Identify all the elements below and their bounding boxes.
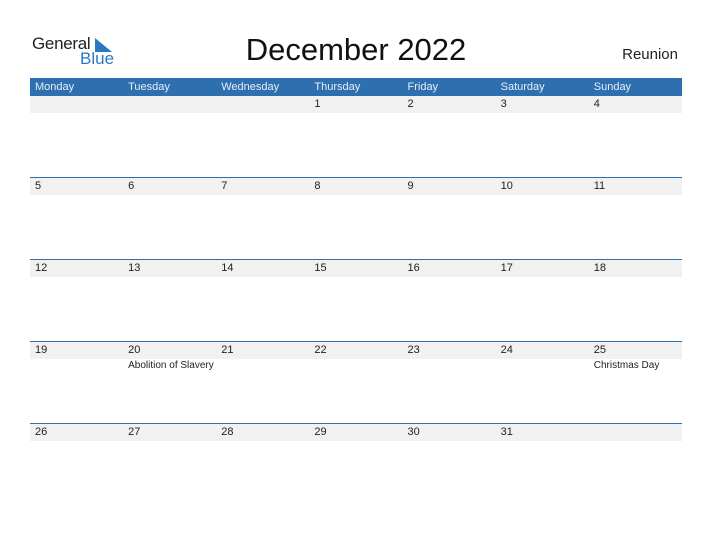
week-row: 19 20 21 22 23 24 25 Abolition of Slavery Christ… [30, 341, 682, 423]
week-row: 12 13 14 15 16 17 18 [30, 259, 682, 341]
day-number: 5 [35, 180, 42, 192]
day-number: 14 [221, 262, 234, 274]
day-number: 20 [128, 344, 141, 356]
weekday-monday: Monday [35, 81, 75, 93]
weekday-thursday: Thursday [314, 81, 361, 93]
country-label: Reunion [622, 46, 678, 63]
weekday-friday: Friday [407, 81, 439, 93]
day-number: 1 [314, 98, 321, 110]
day-number: 2 [407, 98, 414, 110]
date-strip: 26 27 28 29 30 31 [30, 424, 682, 441]
weekday-sunday: Sunday [593, 81, 632, 93]
holiday-label [496, 359, 589, 372]
day-number: 24 [500, 344, 513, 356]
day-number: 29 [314, 426, 327, 438]
day-number: 21 [221, 344, 234, 356]
week-row: 26 27 28 29 30 31 [30, 423, 682, 505]
day-number: 10 [500, 180, 513, 192]
day-number: 26 [35, 426, 48, 438]
holiday-label [30, 359, 123, 372]
holiday-label [216, 359, 309, 372]
day-number: 25 [593, 344, 606, 356]
day-number: 3 [500, 98, 507, 110]
day-number: 9 [407, 180, 414, 192]
day-number [30, 96, 123, 113]
day-number: 19 [35, 344, 48, 356]
day-number [589, 424, 682, 441]
weekday-tuesday: Tuesday [128, 81, 170, 93]
day-number: 17 [500, 262, 513, 274]
weekday-wednesday: Wednesday [221, 81, 280, 93]
day-number: 13 [128, 262, 141, 274]
day-number: 7 [221, 180, 228, 192]
day-number: 30 [407, 426, 420, 438]
date-strip: 1 2 3 4 [30, 96, 682, 113]
date-strip: 19 20 21 22 23 24 25 [30, 342, 682, 359]
calendar-grid: Monday Tuesday Wednesday Thursday Friday… [30, 78, 682, 505]
day-number [216, 96, 309, 113]
day-number: 22 [314, 344, 327, 356]
day-number: 18 [593, 262, 606, 274]
events-row: Abolition of Slavery Christmas Day [30, 359, 682, 372]
date-strip: 12 13 14 15 16 17 18 [30, 260, 682, 277]
day-number: 8 [314, 180, 321, 192]
day-number: 16 [407, 262, 420, 274]
day-number: 31 [500, 426, 513, 438]
day-number: 15 [314, 262, 327, 274]
weekday-saturday: Saturday [500, 81, 545, 93]
week-row: 1 2 3 4 [30, 96, 682, 177]
week-row: 5 6 7 8 9 10 11 [30, 177, 682, 259]
page-title: December 2022 [245, 32, 467, 67]
weekday-header: Monday Tuesday Wednesday Thursday Friday… [30, 78, 682, 96]
holiday-label [403, 359, 496, 372]
day-number: 27 [128, 426, 141, 438]
date-strip: 5 6 7 8 9 10 11 [30, 178, 682, 195]
day-number: 23 [407, 344, 420, 356]
day-number: 11 [593, 180, 606, 192]
day-number [123, 96, 216, 113]
day-number: 6 [128, 180, 135, 192]
holiday-label [309, 359, 402, 372]
holiday-label: Abolition of Slavery [128, 360, 214, 371]
holiday-label: Christmas Day [593, 360, 660, 371]
day-number: 12 [35, 262, 48, 274]
day-number: 28 [221, 426, 234, 438]
day-number: 4 [593, 98, 600, 110]
